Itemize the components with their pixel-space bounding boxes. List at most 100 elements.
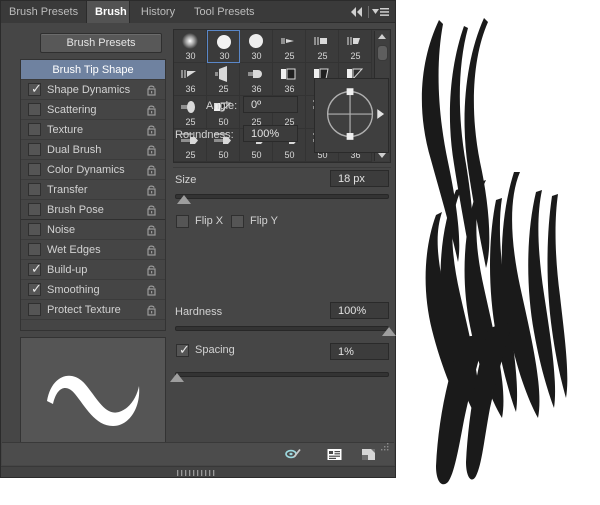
brush-tip-size-label: 50 xyxy=(251,150,262,160)
option-row-shape-dynamics[interactable]: ✓ Shape Dynamics xyxy=(21,80,165,100)
brush-tip-cell[interactable]: 25 xyxy=(273,30,306,63)
spacing-label: Spacing xyxy=(195,344,235,356)
tab-history[interactable]: History xyxy=(130,1,186,23)
lock-icon[interactable] xyxy=(146,224,157,236)
open-preset-manager-icon[interactable] xyxy=(326,447,343,462)
brush-tip-cell[interactable]: 36 xyxy=(240,63,273,96)
lock-icon[interactable] xyxy=(146,204,157,216)
tab-brush-presets[interactable]: Brush Presets xyxy=(1,1,86,23)
brush-tip-cell[interactable]: 25 xyxy=(306,30,339,63)
brush-options-column: Brush Presets Brush Tip Shape ✓ Shape Dyna… xyxy=(6,27,166,473)
option-label: Scattering xyxy=(47,104,97,116)
tab-brush[interactable]: Brush xyxy=(86,1,130,23)
lock-icon[interactable] xyxy=(146,304,157,316)
hardness-slider-handle[interactable] xyxy=(382,327,396,336)
flip-x-checkbox[interactable] xyxy=(176,215,189,228)
tab-tool-presets[interactable]: Tool Presets xyxy=(186,1,260,23)
spacing-slider-track[interactable] xyxy=(175,372,389,377)
brush-tip-size-label: 36 xyxy=(284,84,295,94)
brush-tip-cell[interactable]: 36 xyxy=(174,63,207,96)
panel-tab-bar: Brush Presets Brush History Tool Presets xyxy=(1,1,395,23)
brush-tip-icon xyxy=(215,66,227,82)
lock-icon[interactable] xyxy=(146,244,157,256)
option-row-wet-edges[interactable]: Wet Edges xyxy=(21,240,165,260)
lock-icon[interactable] xyxy=(146,164,157,176)
brush-presets-button[interactable]: Brush Presets xyxy=(40,33,162,53)
tab-divider xyxy=(368,6,369,18)
check-icon: ✓ xyxy=(31,281,42,296)
lock-icon[interactable] xyxy=(146,264,157,276)
corner-resize-grip[interactable] xyxy=(378,440,390,452)
brush-tip-size-label: 50 xyxy=(218,150,229,160)
brush-tip-size-label: 36 xyxy=(185,84,196,94)
panel-resize-grip[interactable] xyxy=(1,466,395,477)
option-row-texture[interactable]: Texture xyxy=(21,120,165,140)
brush-tip-cell[interactable]: 25 xyxy=(207,63,240,96)
option-checkbox[interactable] xyxy=(28,223,41,236)
option-checkbox[interactable]: ✓ xyxy=(28,262,42,276)
scroll-up-icon[interactable] xyxy=(378,34,386,39)
brush-tip-size-label: 50 xyxy=(218,117,229,127)
lock-icon[interactable] xyxy=(146,124,157,136)
option-row-color-dynamics[interactable]: Color Dynamics xyxy=(21,160,165,180)
double-arrow-left-icon[interactable] xyxy=(349,6,365,18)
hardness-value-input[interactable]: 100% xyxy=(330,302,389,319)
size-slider-handle[interactable] xyxy=(176,195,191,204)
brush-tip-size-label: 30 xyxy=(219,51,230,61)
brush-tip-cell[interactable]: 25 xyxy=(174,96,207,129)
brush-tip-cell[interactable]: 30 xyxy=(240,30,273,63)
option-checkbox[interactable]: ✓ xyxy=(28,82,42,96)
flip-y-label: Flip Y xyxy=(250,215,278,227)
option-row-dual-brush[interactable]: Dual Brush xyxy=(21,140,165,160)
option-checkbox[interactable] xyxy=(28,163,41,176)
brush-tip-size-label: 25 xyxy=(185,117,196,127)
option-row-transfer[interactable]: Transfer xyxy=(21,180,165,200)
roundness-input[interactable]: 100% xyxy=(243,125,298,142)
flip-y-checkbox[interactable] xyxy=(231,215,244,228)
size-slider-track[interactable] xyxy=(175,194,389,199)
lock-icon[interactable] xyxy=(146,184,157,196)
brush-tip-size-label: 30 xyxy=(185,51,196,61)
option-checkbox[interactable] xyxy=(28,303,41,316)
brush-tip-cell[interactable]: 30 xyxy=(207,30,240,63)
option-checkbox[interactable] xyxy=(28,243,41,256)
option-checkbox[interactable] xyxy=(28,143,41,156)
option-checkbox[interactable] xyxy=(28,103,41,116)
option-checkbox[interactable] xyxy=(28,123,41,136)
brush-tip-cell[interactable]: 25 xyxy=(339,30,372,63)
brush-tip-cell[interactable]: 30 xyxy=(174,30,207,63)
option-row-brush-pose[interactable]: Brush Pose xyxy=(21,200,165,220)
lock-icon[interactable] xyxy=(146,284,157,296)
hardness-slider-track[interactable] xyxy=(175,326,389,331)
angle-label: Angle: xyxy=(206,100,238,112)
option-row-smoothing[interactable]: ✓ Smoothing xyxy=(21,280,165,300)
option-checkbox[interactable]: ✓ xyxy=(28,281,42,296)
lock-icon[interactable] xyxy=(146,144,157,156)
option-row-scattering[interactable]: Scattering xyxy=(21,100,165,120)
spacing-checkbox[interactable]: ✓ xyxy=(176,342,190,357)
create-new-brush-icon[interactable] xyxy=(360,447,377,462)
check-icon: ✓ xyxy=(179,342,190,357)
brush-tip-cell[interactable]: 36 xyxy=(273,63,306,96)
angle-input[interactable]: 0º xyxy=(243,96,298,113)
option-header-brush-tip-shape[interactable]: Brush Tip Shape xyxy=(21,60,165,80)
size-value-input[interactable]: 18 px xyxy=(330,170,389,187)
option-row-protect-texture[interactable]: Protect Texture xyxy=(21,300,165,320)
angle-roundness-control[interactable] xyxy=(314,78,389,153)
brush-tip-size-label: 25 xyxy=(284,51,295,61)
option-checkbox[interactable] xyxy=(28,203,41,216)
brush-tip-icon xyxy=(181,101,195,113)
panel-menu-icon[interactable] xyxy=(371,6,389,18)
option-checkbox[interactable] xyxy=(28,183,41,196)
lock-icon[interactable] xyxy=(146,84,157,96)
toggle-brush-settings-icon[interactable] xyxy=(285,447,302,462)
option-row-build-up[interactable]: ✓ Build-up xyxy=(21,260,165,280)
lock-icon[interactable] xyxy=(146,104,157,116)
scrollbar-thumb[interactable] xyxy=(377,45,388,61)
option-label: Transfer xyxy=(47,184,88,196)
spacing-slider-handle[interactable] xyxy=(170,373,185,382)
brush-tip-settings-column: 3030302525253625363636322550252550712550… xyxy=(170,27,396,437)
option-label: Brush Tip Shape xyxy=(52,64,134,76)
spacing-value-input[interactable]: 1% xyxy=(330,343,389,360)
option-row-noise[interactable]: Noise xyxy=(21,220,165,240)
